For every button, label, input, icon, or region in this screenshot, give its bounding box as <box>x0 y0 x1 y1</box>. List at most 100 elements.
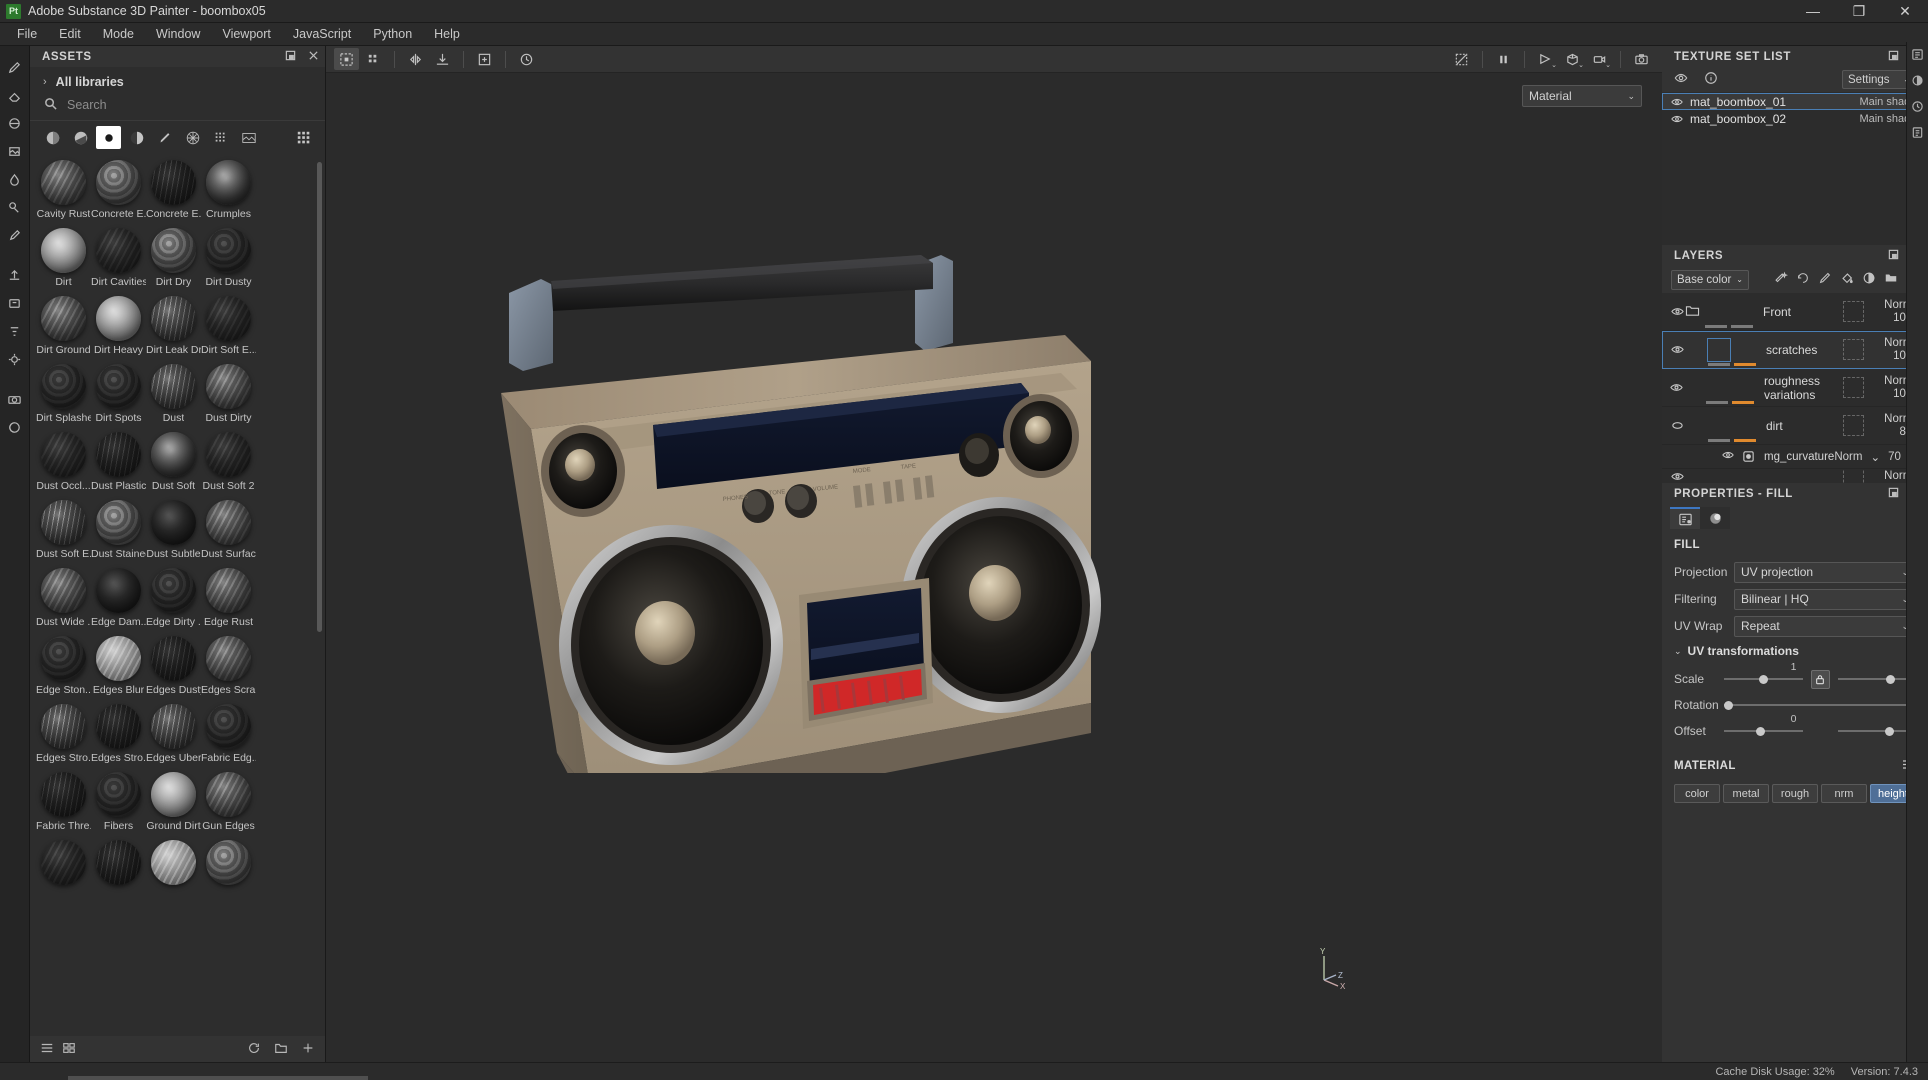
asset-item[interactable]: Edges Dusty <box>146 636 201 696</box>
assets-close-icon[interactable] <box>308 50 319 63</box>
texture-set-settings-button[interactable]: Settings ⌄ <box>1842 70 1916 89</box>
shader-icon[interactable] <box>1911 74 1924 90</box>
asset-item[interactable]: Dust Dirty <box>201 364 256 424</box>
asset-item[interactable] <box>91 840 146 888</box>
display-settings-icon[interactable] <box>1911 48 1924 64</box>
open-folder-icon[interactable] <box>274 1041 288 1058</box>
asset-item[interactable]: Dust <box>146 364 201 424</box>
texture-set-float-icon[interactable] <box>1888 50 1899 63</box>
channel-metal[interactable]: metal <box>1723 784 1769 803</box>
add-viewport-button[interactable] <box>472 48 497 70</box>
asset-item[interactable] <box>146 840 201 888</box>
layer-thumbnail[interactable] <box>1706 377 1728 404</box>
camera-settings-button[interactable]: ⌄ <box>1587 48 1612 70</box>
effect-blend-mode[interactable]: Norm <box>1834 451 1862 463</box>
filter-environments-button[interactable] <box>236 126 261 149</box>
texture-set-row-2[interactable]: mat_boombox_02 Main shader <box>1662 110 1928 127</box>
scale-u-slider[interactable]: 1 <box>1724 661 1803 687</box>
effect-row-mg-curvature[interactable]: mg_curvature Norm ⌄ 70 ⌄ ✕ <box>1662 445 1928 469</box>
filter-smart-materials-button[interactable] <box>68 126 93 149</box>
asset-item[interactable]: Dirt Splashes <box>36 364 91 424</box>
eye-icon[interactable] <box>1670 381 1683 394</box>
settings-gear-icon[interactable] <box>2 346 28 372</box>
asset-item[interactable]: Edges Stro... <box>36 704 91 764</box>
refresh-icon[interactable] <box>247 1041 261 1058</box>
asset-item[interactable]: Edge Ston... <box>36 636 91 696</box>
layers-float-icon[interactable] <box>1888 249 1899 262</box>
layer-mask-thumbnail[interactable] <box>1734 415 1756 442</box>
asset-item[interactable]: Edges Scra... <box>201 636 256 696</box>
generator-icon[interactable] <box>1742 450 1755 463</box>
channel-rough[interactable]: rough <box>1772 784 1818 803</box>
layer-thumbnail[interactable] <box>1707 337 1731 366</box>
pause-engine-button[interactable] <box>1491 48 1516 70</box>
screenshot-button[interactable] <box>1629 48 1654 70</box>
close-button[interactable]: ✕ <box>1882 0 1928 22</box>
asset-item[interactable]: Gun Edges <box>201 772 256 832</box>
assets-grid-scroll[interactable]: Cavity RustConcrete E...Concrete E...Cru… <box>30 154 325 1036</box>
layer-row-dirt[interactable]: dirt Norm⌄ 83⌄ <box>1662 407 1928 445</box>
asset-item[interactable]: Dust Surface <box>201 500 256 560</box>
asset-item[interactable]: Fibers <box>91 772 146 832</box>
add-effect-icon[interactable] <box>1774 271 1788 288</box>
asset-item[interactable]: Edges Blur <box>91 636 146 696</box>
asset-item[interactable]: Dirt Heavy <box>91 296 146 356</box>
asset-item[interactable]: Dirt Dusty <box>201 228 256 288</box>
filter-brushes-button[interactable] <box>152 126 177 149</box>
paint-mode-button[interactable] <box>334 48 359 70</box>
shader-settings-button[interactable]: ⌄ <box>1560 48 1585 70</box>
minimize-button[interactable]: — <box>1790 0 1836 22</box>
layer-mask-slot[interactable] <box>1843 469 1864 483</box>
chevron-down-icon[interactable]: ⌄ <box>1870 450 1880 464</box>
filter-materials-button[interactable] <box>40 126 65 149</box>
material-dropdown[interactable]: Material ⌄ <box>1522 85 1642 107</box>
asset-item[interactable]: Dust Subtle <box>146 500 201 560</box>
folder-icon[interactable] <box>1685 304 1700 320</box>
assets-search-input[interactable] <box>67 98 267 112</box>
reset-camera-button[interactable] <box>514 48 539 70</box>
eye-icon[interactable] <box>1670 305 1685 318</box>
add-icon[interactable] <box>301 1041 315 1058</box>
layer-row-partial[interactable]: Norm⌄ <box>1662 469 1928 483</box>
layer-mask-slot[interactable] <box>1843 339 1864 360</box>
display-settings-button[interactable]: ⌄ <box>1533 48 1558 70</box>
layer-mask-thumbnail[interactable] <box>1732 377 1754 404</box>
offset-v-slider[interactable]: 0 <box>1837 713 1918 739</box>
menu-window[interactable]: Window <box>145 24 211 44</box>
asset-item[interactable]: Edges Uber <box>146 704 201 764</box>
symmetry-tool-button[interactable] <box>430 48 455 70</box>
asset-item[interactable]: Dirt Dry <box>146 228 201 288</box>
asset-item[interactable]: Dirt Leak Dry <box>146 296 201 356</box>
scale-v-slider[interactable]: 1 <box>1837 661 1918 687</box>
layer-thumbnail[interactable] <box>1708 415 1730 442</box>
history-icon[interactable] <box>1911 100 1924 116</box>
visibility-toggle-icon[interactable] <box>1674 71 1688 88</box>
asset-item[interactable]: Dirt Cavities <box>91 228 146 288</box>
layer-row-scratches[interactable]: scratches Norm⌄ 100⌄ <box>1662 331 1928 369</box>
tab-material-properties[interactable] <box>1700 507 1730 529</box>
polygon-fill-button[interactable] <box>361 48 386 70</box>
asset-item[interactable]: Dust Soft <box>146 432 201 492</box>
asset-item[interactable]: Dirt <box>36 228 91 288</box>
assets-scrollbar[interactable] <box>317 162 322 632</box>
bake-icon[interactable] <box>2 290 28 316</box>
eraser-tool[interactable] <box>2 82 28 108</box>
rotation-slider[interactable]: 0 <box>1724 687 1918 713</box>
channel-dropdown[interactable]: Base color ⌄ <box>1671 269 1749 290</box>
grid-view-icon[interactable] <box>291 126 316 149</box>
texture-set-row-1[interactable]: mat_boombox_01 Main shader <box>1662 93 1928 110</box>
notes-icon[interactable] <box>1911 126 1924 142</box>
filter-alphas-button[interactable] <box>180 126 205 149</box>
maximize-button[interactable]: ❐ <box>1836 0 1882 22</box>
layer-mask-thumbnail[interactable] <box>1731 301 1753 328</box>
add-fill-layer-icon[interactable] <box>1796 271 1810 288</box>
asset-item[interactable]: Edge Dirty ... <box>146 568 201 628</box>
export-icon[interactable] <box>2 262 28 288</box>
mirror-tool-button[interactable] <box>403 48 428 70</box>
grid-density-icon[interactable] <box>62 1041 76 1058</box>
asset-item[interactable]: Edges Stro... <box>91 704 146 764</box>
asset-item[interactable]: Cavity Rust <box>36 160 91 220</box>
filter-textures-button[interactable] <box>208 126 233 149</box>
add-paint-layer-icon[interactable] <box>1818 271 1832 288</box>
viewport-3d[interactable]: Material ⌄ PHONES TONE VOLUME MODE TAPE … <box>326 73 1662 1062</box>
